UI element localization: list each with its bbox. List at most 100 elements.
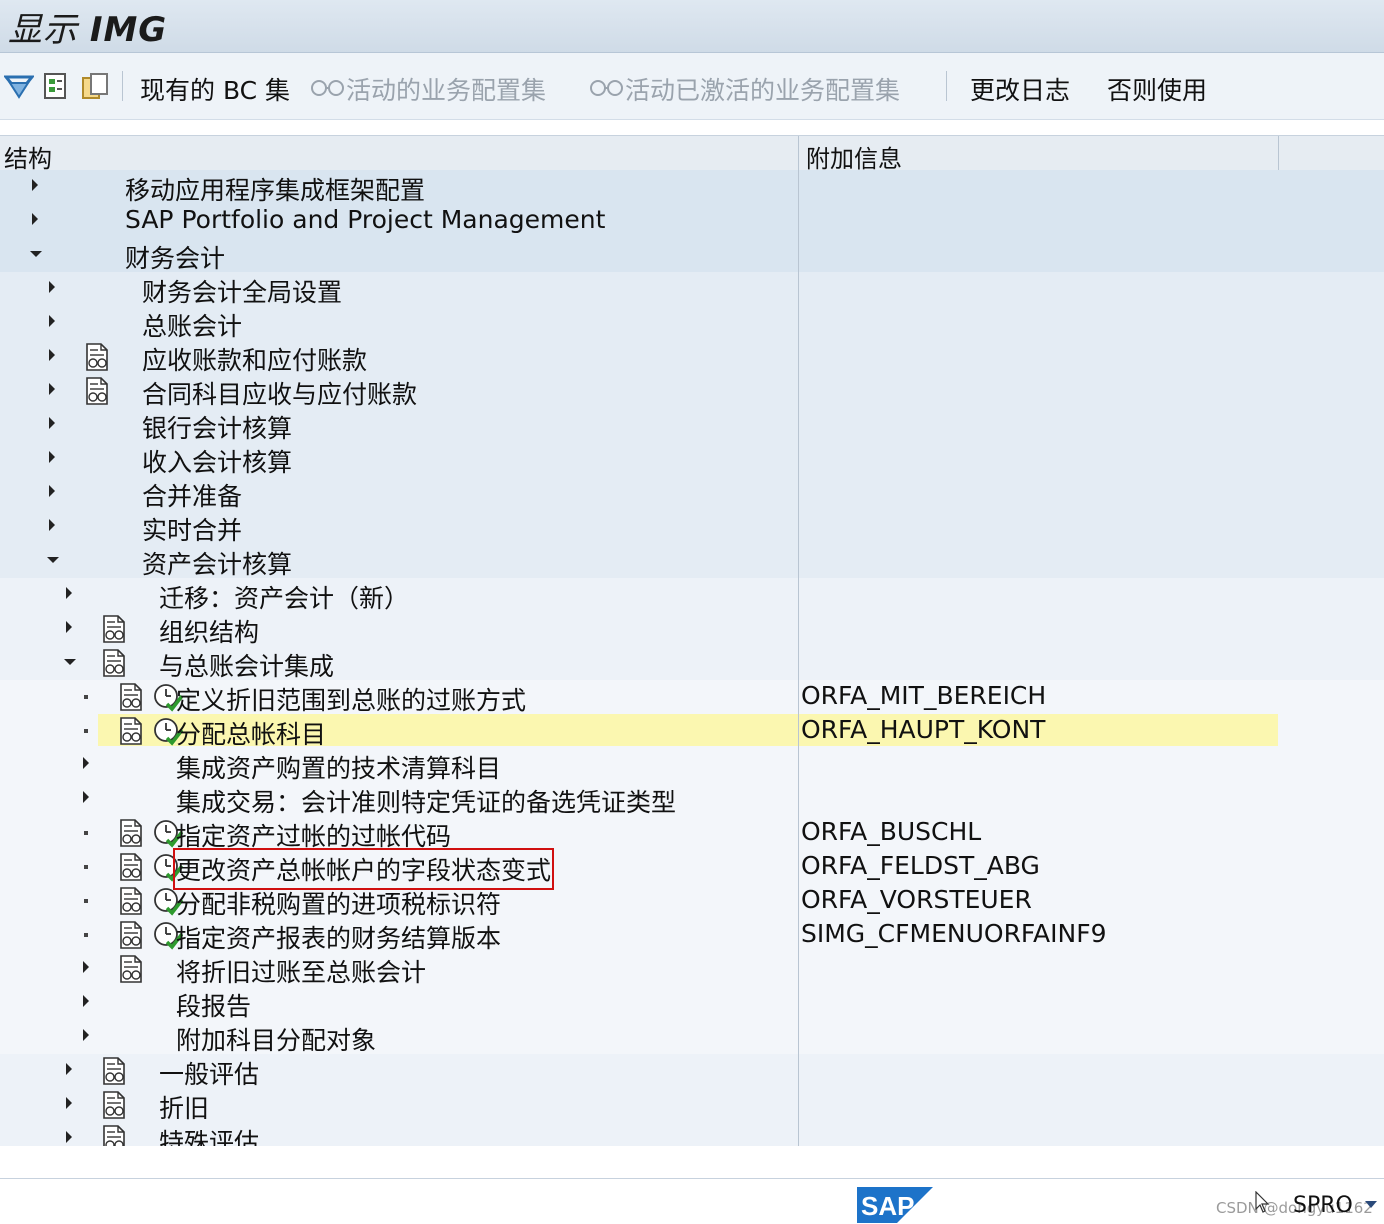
tree-node[interactable]: 指定资产过帐的过帐代码 ORFA_BUSCHL [0, 816, 1384, 853]
expand-arrow-icon[interactable] [83, 757, 89, 769]
expand-arrow-icon[interactable] [66, 1131, 72, 1143]
tree-node[interactable]: SAP Portfolio and Project Management [0, 204, 1384, 238]
tree-node[interactable]: 指定资产报表的财务结算版本 SIMG_CFMENUORFAINF9 [0, 918, 1384, 955]
tree-node-label[interactable]: 更改资产总帐帐户的字段状态变式 [172, 848, 555, 890]
documentation-icon[interactable] [102, 1091, 128, 1119]
tree-node-label[interactable]: 集成交易：会计准则特定凭证的备选凭证类型 [176, 783, 676, 819]
expand-arrow-icon[interactable] [49, 315, 55, 327]
tree-node[interactable]: 附加科目分配对象 [0, 1020, 1384, 1057]
tree-node[interactable]: 合同科目应收与应付账款 [0, 374, 1384, 409]
tree-node-label[interactable]: 迁移：资产会计（新） [159, 579, 409, 615]
tree-node[interactable]: 定义折旧范围到总账的过账方式 ORFA_MIT_BEREICH [0, 680, 1384, 717]
tree-node[interactable]: 银行会计核算 [0, 408, 1384, 445]
expand-arrow-icon[interactable] [32, 179, 38, 191]
tree-node[interactable]: 分配总帐科目 ORFA_HAUPT_KONT [0, 714, 1384, 751]
active-bc-sets-button[interactable]: 活动的业务配置集 [346, 71, 546, 107]
tree-node[interactable]: 更改资产总帐帐户的字段状态变式 ORFA_FELDST_ABG [0, 848, 1384, 890]
tree-node-label[interactable]: 财务会计全局设置 [142, 273, 342, 309]
copy-icon[interactable] [80, 71, 110, 101]
documentation-icon[interactable] [102, 1125, 128, 1146]
tree-node-label[interactable]: 特殊评估 [159, 1123, 259, 1146]
documentation-icon[interactable] [119, 955, 145, 983]
documentation-icon[interactable] [119, 921, 145, 949]
expand-arrow-icon[interactable] [49, 451, 55, 463]
documentation-icon[interactable] [119, 853, 145, 881]
column-divider[interactable] [798, 136, 799, 170]
tree-node-label[interactable]: 应收账款和应付账款 [142, 341, 367, 377]
tree-node-label[interactable]: 资产会计核算 [142, 545, 292, 581]
expand-arrow-icon[interactable] [49, 383, 55, 395]
otherwise-use-button[interactable]: 否则使用 [1107, 71, 1207, 107]
tree-node[interactable]: 集成资产购置的技术清算科目 [0, 748, 1384, 785]
expand-arrow-icon[interactable] [49, 485, 55, 497]
tree-node[interactable]: 资产会计核算 [0, 544, 1384, 581]
tree-node[interactable]: 总账会计 [0, 306, 1384, 341]
documentation-icon[interactable] [85, 343, 111, 371]
tree-node[interactable]: 实时合并 [0, 510, 1384, 547]
documentation-icon[interactable] [119, 887, 145, 915]
expand-arrow-icon[interactable] [83, 1029, 89, 1041]
tree-node[interactable]: 与总账会计集成 [0, 646, 1384, 683]
tree-node-label[interactable]: 定义折旧范围到总账的过账方式 [176, 681, 526, 717]
tree-node-label[interactable]: 移动应用程序集成框架配置 [125, 171, 425, 207]
tree-node[interactable]: 集成交易：会计准则特定凭证的备选凭证类型 [0, 782, 1384, 819]
tree-node[interactable]: 合并准备 [0, 476, 1384, 513]
expand-arrow-icon[interactable] [32, 213, 38, 225]
expand-arrow-icon[interactable] [49, 519, 55, 531]
tree-node[interactable]: 一般评估 [0, 1054, 1384, 1091]
tree-node-label[interactable]: 折旧 [159, 1089, 209, 1125]
tree-node[interactable]: 应收账款和应付账款 [0, 340, 1384, 377]
tree-node-label[interactable]: 与总账会计集成 [159, 647, 334, 683]
tree-node[interactable]: 迁移：资产会计（新） [0, 578, 1384, 615]
column-structure[interactable]: 结构 [4, 139, 52, 174]
tree-node-label[interactable]: SAP Portfolio and Project Management [125, 205, 605, 234]
tree-node[interactable]: 折旧 [0, 1088, 1384, 1125]
tree-node[interactable]: 段报告 [0, 986, 1384, 1023]
tree-node-label[interactable]: 合并准备 [142, 477, 242, 513]
tree-node-label[interactable]: 段报告 [176, 987, 251, 1023]
column-info[interactable]: 附加信息 [806, 139, 902, 174]
tree-node-label[interactable]: 集成资产购置的技术清算科目 [176, 749, 501, 785]
expand-arrow-icon[interactable] [66, 621, 72, 633]
collapse-arrow-icon[interactable] [47, 557, 59, 563]
tree-node-label[interactable]: 指定资产过帐的过帐代码 [176, 817, 451, 853]
expand-arrow-icon[interactable] [49, 281, 55, 293]
tree-node-label[interactable]: 收入会计核算 [142, 443, 292, 479]
expand-arrow-icon[interactable] [83, 995, 89, 1007]
expand-all-icon[interactable] [4, 71, 34, 101]
expand-arrow-icon[interactable] [49, 417, 55, 429]
collapse-arrow-icon[interactable] [64, 659, 76, 665]
tree-node-label[interactable]: 指定资产报表的财务结算版本 [176, 919, 501, 955]
documentation-icon[interactable] [85, 377, 111, 405]
tree-node[interactable]: 财务会计 [0, 238, 1384, 273]
transaction-code[interactable]: SPRO [1293, 1193, 1353, 1218]
tree-node-label[interactable]: 分配非税购置的进项税标识符 [176, 885, 501, 921]
tree-node-label[interactable]: 将折旧过账至总账会计 [176, 953, 426, 989]
expand-arrow-icon[interactable] [83, 961, 89, 973]
expand-arrow-icon[interactable] [49, 349, 55, 361]
expand-arrow-icon[interactable] [66, 1097, 72, 1109]
tree-node[interactable]: 财务会计全局设置 [0, 272, 1384, 309]
chevron-down-icon[interactable] [1365, 1201, 1377, 1208]
expand-arrow-icon[interactable] [66, 587, 72, 599]
collapse-arrow-icon[interactable] [30, 251, 42, 257]
tree-node[interactable]: 收入会计核算 [0, 442, 1384, 479]
tree-node-label[interactable]: 组织结构 [159, 613, 259, 649]
documentation-icon[interactable] [119, 717, 145, 745]
tree-node[interactable]: 特殊评估 [0, 1122, 1384, 1146]
tree-node-label[interactable]: 附加科目分配对象 [176, 1021, 376, 1057]
activated-bc-sets-button[interactable]: 活动已激活的业务配置集 [625, 71, 900, 107]
tree-node[interactable]: 组织结构 [0, 612, 1384, 649]
tree-node[interactable]: 分配非税购置的进项税标识符 ORFA_VORSTEUER [0, 884, 1384, 921]
documentation-icon[interactable] [119, 819, 145, 847]
tree-node-label[interactable]: 分配总帐科目 [176, 715, 326, 751]
tree-node[interactable]: 将折旧过账至总账会计 [0, 952, 1384, 989]
tree-node-label[interactable]: 银行会计核算 [142, 409, 292, 445]
tree-node-label[interactable]: 实时合并 [142, 511, 242, 547]
change-log-button[interactable]: 更改日志 [970, 71, 1070, 107]
expand-arrow-icon[interactable] [83, 791, 89, 803]
expand-arrow-icon[interactable] [66, 1063, 72, 1075]
documentation-icon[interactable] [119, 683, 145, 711]
column-divider[interactable] [1278, 136, 1279, 170]
tree-node-label[interactable]: 一般评估 [159, 1055, 259, 1091]
